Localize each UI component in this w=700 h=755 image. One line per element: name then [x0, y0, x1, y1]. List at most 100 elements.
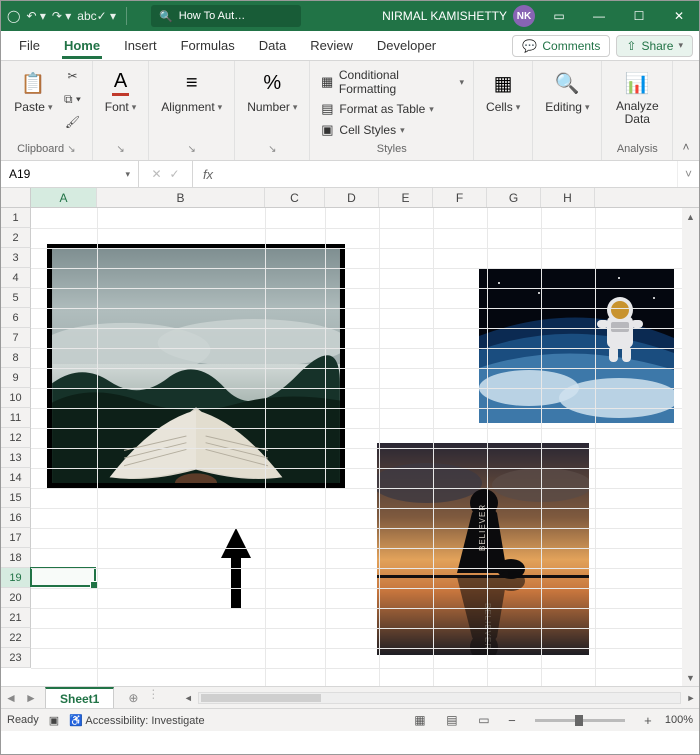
- row-header-15[interactable]: 15: [1, 488, 31, 508]
- page-layout-view-button[interactable]: ▤: [441, 711, 463, 729]
- row-header-12[interactable]: 12: [1, 428, 31, 448]
- font-menu[interactable]: AFont▾: [101, 65, 141, 118]
- zoom-out-button[interactable]: −: [505, 713, 519, 728]
- column-headers[interactable]: ABCDEFGH: [31, 188, 699, 208]
- tab-developer[interactable]: Developer: [365, 33, 448, 58]
- scroll-left-button[interactable]: ◄: [180, 693, 196, 703]
- row-header-10[interactable]: 10: [1, 388, 31, 408]
- page-break-view-button[interactable]: ▭: [473, 711, 495, 729]
- comments-button[interactable]: 💬Comments: [512, 35, 610, 57]
- column-header-A[interactable]: A: [31, 188, 97, 207]
- cell-area[interactable]: BELIEVER BELIEVER: [31, 208, 682, 686]
- copy-button[interactable]: ⧉ ▾: [62, 91, 82, 107]
- tab-home[interactable]: Home: [52, 33, 112, 58]
- row-header-20[interactable]: 20: [1, 588, 31, 608]
- row-header-9[interactable]: 9: [1, 368, 31, 388]
- zoom-level[interactable]: 100%: [665, 714, 693, 726]
- row-headers[interactable]: 1234567891011121314151617181920212223: [1, 208, 31, 668]
- macro-record-icon[interactable]: ▣: [49, 714, 59, 727]
- dialog-launcher-icon[interactable]: ↘: [268, 144, 276, 155]
- formula-input[interactable]: [223, 161, 677, 187]
- column-header-H[interactable]: H: [541, 188, 595, 207]
- column-header-F[interactable]: F: [433, 188, 487, 207]
- row-header-21[interactable]: 21: [1, 608, 31, 628]
- fx-button[interactable]: fx: [193, 161, 223, 187]
- share-button[interactable]: ⇧Share▾: [616, 35, 693, 57]
- row-header-11[interactable]: 11: [1, 408, 31, 428]
- column-header-E[interactable]: E: [379, 188, 433, 207]
- alignment-menu[interactable]: ≡Alignment▾: [157, 65, 226, 118]
- row-header-13[interactable]: 13: [1, 448, 31, 468]
- maximize-button[interactable]: ☐: [619, 1, 659, 31]
- row-header-3[interactable]: 3: [1, 248, 31, 268]
- name-box[interactable]: A19 ▾: [1, 161, 139, 187]
- tab-review[interactable]: Review: [298, 33, 365, 58]
- expand-formula-bar-button[interactable]: ˅: [677, 161, 699, 187]
- format-painter-button[interactable]: 🖌: [62, 114, 82, 130]
- column-header-G[interactable]: G: [487, 188, 541, 207]
- row-header-2[interactable]: 2: [1, 228, 31, 248]
- dialog-launcher-icon[interactable]: ↘: [116, 144, 124, 155]
- column-header-C[interactable]: C: [265, 188, 325, 207]
- row-header-1[interactable]: 1: [1, 208, 31, 228]
- tab-formulas[interactable]: Formulas: [169, 33, 247, 58]
- minimize-button[interactable]: —: [579, 1, 619, 31]
- vertical-scrollbar[interactable]: ▲ ▼: [682, 208, 699, 686]
- row-header-19[interactable]: 19: [1, 568, 31, 588]
- horizontal-scroll-thumb[interactable]: [201, 694, 321, 702]
- row-header-22[interactable]: 22: [1, 628, 31, 648]
- accessibility-status[interactable]: ♿ Accessibility: Investigate: [69, 714, 204, 727]
- picture-believer[interactable]: BELIEVER BELIEVER: [377, 443, 589, 655]
- format-as-table-button[interactable]: ▤Format as Table ▾: [318, 100, 434, 118]
- select-all-button[interactable]: [1, 188, 31, 208]
- scroll-right-button[interactable]: ►: [683, 693, 699, 703]
- zoom-slider[interactable]: [535, 719, 625, 722]
- row-header-4[interactable]: 4: [1, 268, 31, 288]
- sheet-tab-active[interactable]: Sheet1: [45, 687, 114, 708]
- conditional-formatting-button[interactable]: ▦Conditional Formatting ▾: [318, 67, 465, 97]
- collapse-ribbon-button[interactable]: ˄: [672, 61, 699, 160]
- undo-button[interactable]: ↶ ▾: [26, 9, 45, 23]
- number-menu[interactable]: %Number▾: [243, 65, 301, 118]
- cut-button[interactable]: ✂: [62, 68, 82, 84]
- row-header-6[interactable]: 6: [1, 308, 31, 328]
- zoom-slider-knob[interactable]: [575, 715, 583, 726]
- row-header-14[interactable]: 14: [1, 468, 31, 488]
- add-sheet-button[interactable]: ⊕: [120, 687, 146, 708]
- cancel-formula-button[interactable]: ✕: [151, 167, 161, 181]
- analyze-data-button[interactable]: 📊Analyze Data: [610, 65, 664, 130]
- redo-button[interactable]: ↷ ▾: [52, 9, 71, 23]
- row-header-7[interactable]: 7: [1, 328, 31, 348]
- row-header-18[interactable]: 18: [1, 548, 31, 568]
- sheet-nav-prev[interactable]: ◄: [1, 687, 21, 708]
- picture-book[interactable]: [47, 244, 345, 488]
- dialog-launcher-icon[interactable]: ↘: [67, 144, 75, 155]
- account-area[interactable]: NIRMAL KAMISHETTY NK: [382, 5, 539, 27]
- cells-menu[interactable]: ▦Cells▾: [482, 65, 524, 118]
- row-header-23[interactable]: 23: [1, 648, 31, 668]
- tab-data[interactable]: Data: [247, 33, 298, 58]
- row-header-5[interactable]: 5: [1, 288, 31, 308]
- ribbon-display-options-button[interactable]: ▭: [539, 1, 579, 31]
- tab-insert[interactable]: Insert: [112, 33, 169, 58]
- horizontal-scrollbar[interactable]: ◄ ►: [180, 687, 699, 708]
- dialog-launcher-icon[interactable]: ↘: [188, 144, 196, 155]
- row-header-16[interactable]: 16: [1, 508, 31, 528]
- column-header-D[interactable]: D: [325, 188, 379, 207]
- tab-file[interactable]: File: [7, 33, 52, 58]
- close-button[interactable]: ✕: [659, 1, 699, 31]
- editing-menu[interactable]: 🔍Editing▾: [541, 65, 593, 118]
- accept-formula-button[interactable]: ✓: [170, 167, 180, 181]
- sheet-nav-next[interactable]: ►: [21, 687, 41, 708]
- picture-astronaut[interactable]: [479, 268, 674, 423]
- cell-styles-button[interactable]: ▣Cell Styles ▾: [318, 121, 405, 139]
- row-header-17[interactable]: 17: [1, 528, 31, 548]
- autosave-toggle[interactable]: ◯: [7, 9, 20, 23]
- search-box[interactable]: 🔍 How To Aut…: [151, 5, 301, 27]
- scroll-up-button[interactable]: ▲: [682, 208, 699, 225]
- worksheet-grid[interactable]: ABCDEFGH 1234567891011121314151617181920…: [1, 188, 699, 686]
- normal-view-button[interactable]: ▦: [409, 711, 431, 729]
- row-header-8[interactable]: 8: [1, 348, 31, 368]
- zoom-in-button[interactable]: +: [641, 713, 655, 728]
- column-header-B[interactable]: B: [97, 188, 265, 207]
